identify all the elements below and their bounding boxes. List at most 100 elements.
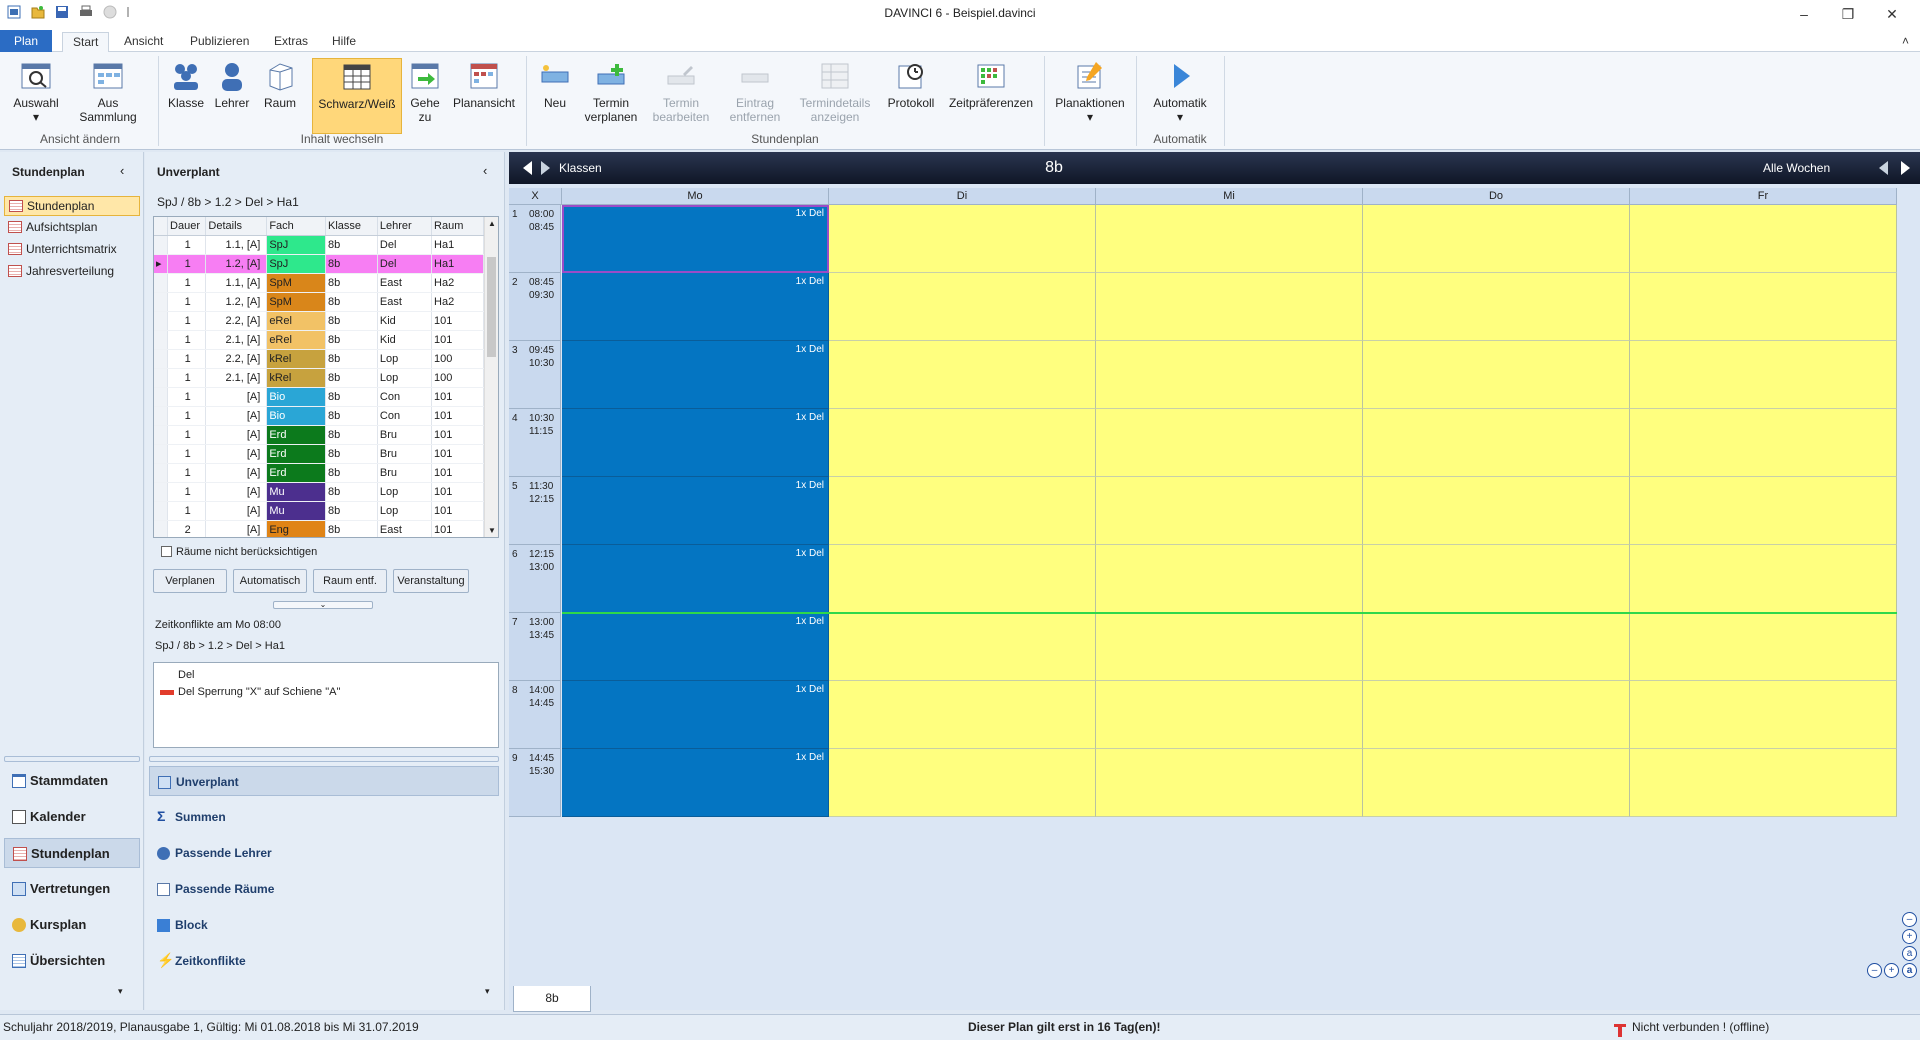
timetable-cell-do-9[interactable] bbox=[1363, 749, 1630, 817]
row-selector[interactable] bbox=[154, 387, 169, 407]
row-selector[interactable] bbox=[154, 273, 169, 293]
timetable-cell-di-5[interactable] bbox=[829, 477, 1096, 545]
timetable-cell-mi-1[interactable] bbox=[1096, 205, 1363, 273]
planaktionen-button[interactable]: Planaktionen ▾ bbox=[1052, 58, 1128, 134]
row-selector[interactable] bbox=[154, 368, 169, 388]
raum-entf-button[interactable]: Raum entf. bbox=[313, 569, 387, 593]
column-header-details[interactable]: Details bbox=[205, 217, 268, 236]
timetable-cell-mi-6[interactable] bbox=[1096, 545, 1363, 613]
day-header-fr[interactable]: Fr bbox=[1630, 188, 1897, 205]
nav-collapse-icon[interactable]: ‹ bbox=[120, 163, 124, 178]
timetable-cell-mi-5[interactable] bbox=[1096, 477, 1363, 545]
panel-summen[interactable]: Σ Summen bbox=[149, 802, 499, 832]
schwarz-weiss-button[interactable]: Schwarz/Weiß bbox=[312, 58, 402, 134]
tab-extras[interactable]: Extras bbox=[264, 32, 318, 52]
column-header-fach[interactable]: Fach bbox=[266, 217, 326, 236]
timetable-cell-do-3[interactable] bbox=[1363, 341, 1630, 409]
module-kalender[interactable]: Kalender bbox=[4, 802, 140, 832]
timetable-cell-fr-4[interactable] bbox=[1630, 409, 1897, 477]
column-header-raum[interactable]: Raum bbox=[431, 217, 484, 236]
timetable-cell-fr-5[interactable] bbox=[1630, 477, 1897, 545]
timetable-cell-do-5[interactable] bbox=[1363, 477, 1630, 545]
timetable-cell-do-7[interactable] bbox=[1363, 613, 1630, 681]
module-stundenplan[interactable]: Stundenplan bbox=[4, 838, 140, 868]
table-scrollbar[interactable]: ▲ ▼ bbox=[484, 217, 498, 537]
expand-toggle[interactable]: ⌄ bbox=[273, 601, 373, 609]
day-header-do[interactable]: Do bbox=[1363, 188, 1630, 205]
collapse-ribbon-button[interactable]: ˄ bbox=[1892, 32, 1919, 52]
tab-ansicht[interactable]: Ansicht bbox=[114, 32, 173, 52]
termin-verplanen-button[interactable]: Termin verplanen bbox=[582, 58, 640, 134]
timetable-cell-fr-7[interactable] bbox=[1630, 613, 1897, 681]
planansicht-button[interactable]: Planansicht bbox=[450, 58, 518, 134]
panel-block[interactable]: Block bbox=[149, 910, 499, 940]
table-row[interactable]: 1 [A] Erd 8b Bru 101 bbox=[154, 463, 484, 483]
splitter[interactable] bbox=[149, 756, 499, 762]
timetable-cell-mi-4[interactable] bbox=[1096, 409, 1363, 477]
module-uebersichten[interactable]: Übersichten bbox=[4, 946, 140, 976]
timetable-cell-mo-1[interactable]: 1x Del bbox=[562, 205, 829, 273]
panel-more-icon[interactable]: ▾ bbox=[485, 986, 490, 997]
row-selector[interactable] bbox=[154, 520, 169, 537]
timetable-cell-di-7[interactable] bbox=[829, 613, 1096, 681]
timetable-cell-mo-5[interactable]: 1x Del bbox=[562, 477, 829, 545]
row-selector[interactable] bbox=[154, 482, 169, 502]
auswahl-button[interactable]: Auswahl ▾ bbox=[6, 58, 66, 134]
panel-passende-raeume[interactable]: Passende Räume bbox=[149, 874, 499, 904]
scroll-down-icon[interactable]: ▼ bbox=[488, 526, 496, 535]
timetable-cell-do-1[interactable] bbox=[1363, 205, 1630, 273]
timetable-cell-do-4[interactable] bbox=[1363, 409, 1630, 477]
timetable-cell-mo-3[interactable]: 1x Del bbox=[562, 341, 829, 409]
timetable-cell-di-9[interactable] bbox=[829, 749, 1096, 817]
timetable-cell-fr-3[interactable] bbox=[1630, 341, 1897, 409]
zoom-in-icon[interactable]: + bbox=[1902, 929, 1917, 944]
protokoll-button[interactable]: Protokoll bbox=[882, 58, 940, 134]
minimize-button[interactable]: – bbox=[1794, 4, 1814, 24]
module-kursplan[interactable]: Kursplan bbox=[4, 910, 140, 940]
table-row[interactable]: 1 1.1, [A] SpJ 8b Del Ha1 bbox=[154, 235, 484, 255]
timetable-cell-mo-2[interactable]: 1x Del bbox=[562, 273, 829, 341]
row-selector[interactable] bbox=[154, 463, 169, 483]
tab-hilfe[interactable]: Hilfe bbox=[322, 32, 366, 52]
splitter[interactable] bbox=[4, 756, 140, 762]
gehe-zu-button[interactable]: Gehe zu bbox=[406, 58, 444, 134]
row-selector[interactable]: ▸ bbox=[154, 254, 169, 274]
font-larger-icon[interactable]: a bbox=[1902, 963, 1917, 978]
timetable-cell-fr-1[interactable] bbox=[1630, 205, 1897, 273]
tab-start[interactable]: Start bbox=[62, 32, 110, 52]
day-header-mo[interactable]: Mo bbox=[562, 188, 829, 205]
timetable-cell-mo-6[interactable]: 1x Del bbox=[562, 545, 829, 613]
table-row[interactable]: 1 [A] Erd 8b Bru 101 bbox=[154, 444, 484, 464]
timetable-cell-di-6[interactable] bbox=[829, 545, 1096, 613]
row-selector[interactable] bbox=[154, 444, 169, 464]
nav-item-aufsichtsplan[interactable]: Aufsichtsplan bbox=[4, 218, 140, 238]
verplanen-button[interactable]: Verplanen bbox=[153, 569, 227, 593]
row-selector[interactable] bbox=[154, 406, 169, 426]
table-row[interactable]: 1 2.2, [A] kRel 8b Lop 100 bbox=[154, 349, 484, 369]
tab-publizieren[interactable]: Publizieren bbox=[180, 32, 259, 52]
module-vertretungen[interactable]: Vertretungen bbox=[4, 874, 140, 904]
scroll-up-icon[interactable]: ▲ bbox=[488, 219, 496, 228]
timetable-cell-mo-9[interactable]: 1x Del bbox=[562, 749, 829, 817]
table-row[interactable]: 1 2.2, [A] eRel 8b Kid 101 bbox=[154, 311, 484, 331]
table-row[interactable]: 1 1.1, [A] SpM 8b East Ha2 bbox=[154, 273, 484, 293]
table-row[interactable]: 1 [A] Mu 8b Lop 101 bbox=[154, 482, 484, 502]
column-header-lehrer[interactable]: Lehrer bbox=[377, 217, 433, 236]
table-row[interactable]: ▸ 1 1.2, [A] SpJ 8b Del Ha1 bbox=[154, 254, 484, 274]
klasse-button[interactable]: Klasse bbox=[164, 58, 208, 134]
timetable-cell-di-4[interactable] bbox=[829, 409, 1096, 477]
timetable-cell-fr-2[interactable] bbox=[1630, 273, 1897, 341]
zoom-out-icon[interactable]: – bbox=[1902, 912, 1917, 927]
timetable-cell-mo-7[interactable]: 1x Del bbox=[562, 613, 829, 681]
neu-button[interactable]: Neu bbox=[532, 58, 578, 134]
table-row[interactable]: 1 2.1, [A] eRel 8b Kid 101 bbox=[154, 330, 484, 350]
zeitpraeferenzen-button[interactable]: Zeitpräferenzen bbox=[946, 58, 1036, 134]
table-row[interactable]: 1 [A] Mu 8b Lop 101 bbox=[154, 501, 484, 521]
raum-button[interactable]: Raum bbox=[258, 58, 302, 134]
column-header-klasse[interactable]: Klasse bbox=[325, 217, 378, 236]
veranstaltung-button[interactable]: Veranstaltung bbox=[393, 569, 469, 593]
nav-item-stundenplan[interactable]: Stundenplan bbox=[4, 196, 140, 216]
tab-plan[interactable]: Plan bbox=[0, 30, 53, 52]
nav-item-unterrichtsmatrix[interactable]: Unterrichtsmatrix bbox=[4, 240, 140, 260]
timetable-cell-mi-8[interactable] bbox=[1096, 681, 1363, 749]
